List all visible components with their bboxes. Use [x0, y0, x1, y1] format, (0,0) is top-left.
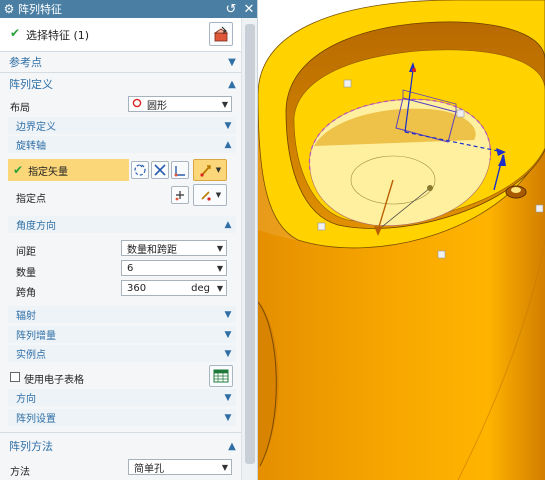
angular-direction-group[interactable]: 角度方向 ▲	[8, 216, 236, 233]
spacing-dropdown[interactable]: 数量和跨距 ▼	[121, 240, 227, 256]
vector-cross-icon[interactable]	[151, 161, 169, 179]
instance-marker	[456, 109, 465, 118]
spreadsheet-icon[interactable]	[209, 365, 233, 387]
pattern-feature-dialog: ⚙ 阵列特征 ↺ ✕ ✔ 选择特征 (1) 参考点 ▼ 阵列定义 ▲ 布局 圆形…	[0, 0, 258, 480]
span-unit: deg	[191, 282, 210, 294]
instance-marker	[343, 79, 352, 88]
pattern-increment-group[interactable]: 阵列增量 ▼	[8, 326, 236, 343]
instance-marker	[535, 204, 544, 213]
spacing-label: 间距	[16, 247, 36, 258]
part-model[interactable]	[258, 0, 545, 480]
instance-points-label: 实例点	[16, 350, 46, 361]
instance-marker	[317, 222, 326, 231]
count-input[interactable]: 6 ▼	[121, 260, 227, 276]
pattern-settings-label: 阵列设置	[16, 414, 56, 425]
chevron-down-icon[interactable]: ▼	[220, 121, 236, 131]
check-icon: ✔	[13, 163, 24, 177]
divider	[0, 72, 241, 73]
select-feature-label: 选择特征 (1)	[26, 29, 90, 42]
count-value: 6	[127, 262, 134, 274]
panel-scrollbar[interactable]	[241, 18, 257, 480]
chevron-down-icon[interactable]: ▼	[220, 393, 236, 403]
use-spreadsheet-label: 使用电子表格	[24, 375, 84, 386]
divider	[0, 432, 241, 433]
pattern-definition-label: 阵列定义	[9, 78, 53, 91]
specify-vector-row[interactable]: ✔ 指定矢量	[8, 159, 129, 181]
chevron-down-icon: ▼	[216, 243, 224, 253]
pattern-method-label: 阵列方法	[9, 440, 53, 453]
span-value: 360	[127, 282, 147, 294]
span-label: 跨角	[16, 288, 36, 299]
dialog-titlebar: ⚙ 阵列特征 ↺ ✕	[0, 0, 257, 18]
boundary-definition-label: 边界定义	[16, 122, 56, 133]
chevron-down-icon: ▼	[216, 263, 224, 273]
chevron-up-icon[interactable]: ▲	[223, 79, 241, 90]
graphics-viewport[interactable]	[258, 0, 545, 480]
count-label: 数量	[16, 268, 36, 279]
point-inferred-icon[interactable]: ▼	[193, 184, 227, 206]
reset-icon[interactable]: ↺	[222, 2, 240, 17]
boundary-definition-group[interactable]: 边界定义 ▼	[8, 117, 236, 134]
chevron-up-icon[interactable]: ▲	[220, 140, 236, 150]
span-input[interactable]: 360 deg ▼	[121, 280, 227, 296]
chevron-down-icon[interactable]: ▼	[220, 310, 236, 320]
dialog-title: 阵列特征	[18, 3, 62, 16]
circular-layout-icon	[129, 98, 145, 111]
angular-direction-label: 角度方向	[16, 221, 56, 232]
section-pattern-method[interactable]: 阵列方法 ▲	[0, 437, 241, 455]
gear-icon[interactable]: ⚙	[0, 2, 18, 16]
method-dropdown[interactable]: 简单孔 ▼	[128, 459, 232, 475]
chevron-down-icon[interactable]: ▼	[220, 349, 236, 359]
use-spreadsheet-checkbox[interactable]	[10, 372, 20, 382]
vector-axis-icon[interactable]	[171, 161, 189, 179]
vector-dialog-icon[interactable]	[131, 161, 149, 179]
close-icon[interactable]: ✕	[240, 2, 257, 17]
specify-vector-label: 指定矢量	[28, 166, 69, 178]
section-pattern-definition[interactable]: 阵列定义 ▲	[0, 75, 241, 93]
rotation-axis-group[interactable]: 旋转轴 ▲	[8, 136, 236, 153]
radiate-label: 辐射	[16, 311, 36, 322]
chevron-down-icon[interactable]: ▼	[223, 57, 241, 68]
select-feature-icon[interactable]	[209, 22, 233, 46]
pattern-increment-label: 阵列增量	[16, 331, 56, 342]
chevron-down-icon: ▼	[221, 462, 229, 472]
scrollbar-thumb[interactable]	[245, 24, 255, 464]
chevron-down-icon: ▼	[221, 99, 229, 109]
chevron-down-icon[interactable]: ▼	[220, 413, 236, 423]
select-feature-row[interactable]: ✔ 选择特征 (1)	[0, 18, 241, 52]
method-label: 方法	[10, 467, 30, 478]
chevron-down-icon[interactable]: ▼	[220, 330, 236, 340]
inferred-vector-icon[interactable]: ▼	[193, 159, 227, 181]
point-dialog-icon[interactable]	[171, 186, 189, 204]
radiate-group[interactable]: 辐射 ▼	[8, 306, 236, 323]
instance-marker	[437, 250, 446, 259]
direction-label: 方向	[16, 394, 36, 405]
instance-points-group[interactable]: 实例点 ▼	[8, 345, 236, 362]
method-value: 简单孔	[134, 463, 164, 475]
reference-point-label: 参考点	[9, 56, 42, 69]
specify-point-label: 指定点	[16, 194, 46, 205]
check-icon: ✔	[10, 26, 21, 40]
layout-value: 圆形	[147, 100, 167, 112]
layout-label: 布局	[10, 103, 30, 114]
chevron-up-icon[interactable]: ▲	[220, 220, 236, 230]
spacing-value: 数量和跨距	[127, 244, 177, 256]
section-reference-point[interactable]: 参考点 ▼	[0, 53, 241, 71]
chevron-up-icon[interactable]: ▲	[223, 441, 241, 452]
rotation-axis-label: 旋转轴	[16, 141, 46, 152]
chevron-down-icon: ▼	[216, 283, 224, 293]
direction-group[interactable]: 方向 ▼	[8, 389, 236, 406]
pattern-settings-group[interactable]: 阵列设置 ▼	[8, 409, 236, 426]
layout-dropdown[interactable]: 圆形 ▼	[128, 96, 232, 112]
